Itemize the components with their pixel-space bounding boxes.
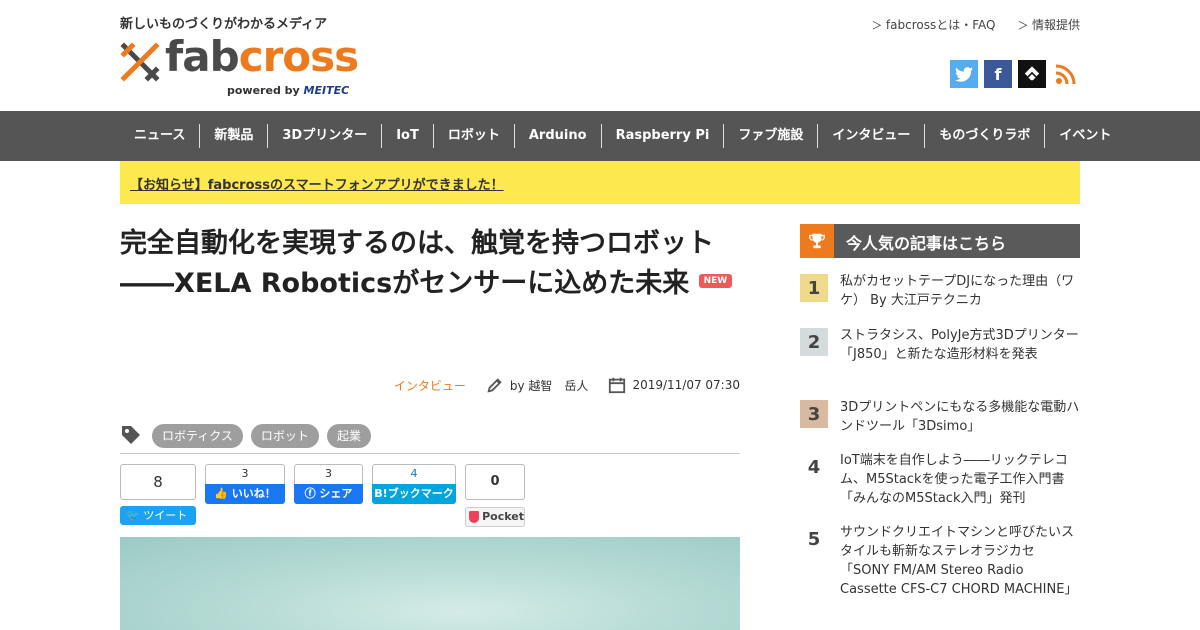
calendar-icon <box>609 377 626 394</box>
rank-title: IoT端末を自作しよう――リックテレコム、M5Stackを使った電子工作入門書「… <box>840 453 1068 506</box>
header-links: fabcrossとは・FAQ 情報提供 <box>871 16 1080 33</box>
site-logo[interactable]: fabcross powered by MEITEC <box>120 32 365 102</box>
feedly-icon[interactable] <box>1018 60 1046 88</box>
facebook-like: 3 👍 いいね！ <box>205 464 285 504</box>
social-links: f <box>950 60 1080 88</box>
about-faq-link[interactable]: fabcrossとは・FAQ <box>871 16 996 33</box>
twitter-icon[interactable] <box>950 60 978 88</box>
pocket-icon <box>469 511 480 523</box>
pocket-button[interactable]: Pocket <box>465 507 525 527</box>
share-buttons: 8 🐦 ツイート 3 👍 いいね！ 3 ⓕ シェア 4 B!ブックマーク 0 P… <box>120 464 525 527</box>
rank-title: 私がカセットテープDJになった理由（ワケ） By 大江戸テクニカ <box>840 274 1075 308</box>
pocket-count: 0 <box>465 464 525 500</box>
ranking-item-2[interactable]: 2 ストラタシス、PolyJe方式3Dプリンター「J850」と新たな造形材料を発… <box>800 326 1080 364</box>
tweet-button[interactable]: 🐦 ツイート <box>120 506 196 525</box>
fb-share-button[interactable]: ⓕ シェア <box>294 484 363 504</box>
article-category[interactable]: インタビュー <box>394 377 466 394</box>
popular-articles-heading: 今人気の記事はこちら <box>800 224 1080 258</box>
author-name: by 越智 岳人 <box>509 378 589 393</box>
pocket-save: 0 Pocket <box>465 464 525 527</box>
nav-item-robot[interactable]: ロボット <box>434 124 515 148</box>
article-title: 完全自動化を実現するのは、触覚を持つロボット――XELA Roboticsがセン… <box>120 224 740 304</box>
logo-powered-by: powered by MEITEC <box>227 84 350 97</box>
rank-number: 2 <box>800 328 828 356</box>
tag-startup[interactable]: 起業 <box>326 424 371 448</box>
article-meta: インタビュー by 越智 岳人 2019/11/07 07:30 <box>120 376 740 394</box>
fb-share-count: 3 <box>294 464 363 484</box>
tag-icon <box>122 426 140 444</box>
rank-number: 3 <box>800 400 828 428</box>
ranking-item-1[interactable]: 1 私がカセットテープDJになった理由（ワケ） By 大江戸テクニカ <box>800 272 1080 310</box>
pencil-icon <box>487 378 502 393</box>
main-nav: ニュース 新製品 3Dプリンター IoT ロボット Arduino Raspbe… <box>0 111 1200 161</box>
rank-number: 1 <box>800 274 828 302</box>
nav-item-raspberry-pi[interactable]: Raspberry Pi <box>602 124 725 148</box>
nav-item-iot[interactable]: IoT <box>382 124 434 148</box>
nav-item-3d-printer[interactable]: 3Dプリンター <box>268 124 383 148</box>
facebook-share: 3 ⓕ シェア <box>294 464 363 504</box>
logo-wordmark: fabcross <box>165 32 359 81</box>
nav-item-news[interactable]: ニュース <box>120 124 201 148</box>
rank-number: 4 <box>800 453 828 481</box>
nav-item-arduino[interactable]: Arduino <box>515 124 602 148</box>
rank-title: ストラタシス、PolyJe方式3Dプリンター「J850」と新たな造形材料を発表 <box>840 328 1079 362</box>
nav-item-event[interactable]: イベント <box>1045 124 1125 148</box>
nav-item-new-products[interactable]: 新製品 <box>200 124 269 148</box>
rss-icon[interactable] <box>1052 60 1080 88</box>
hatena-button[interactable]: B!ブックマーク <box>372 484 456 504</box>
rank-number: 5 <box>800 525 828 553</box>
tweet-share: 8 🐦 ツイート <box>120 464 196 525</box>
facebook-icon[interactable]: f <box>984 60 1012 88</box>
logo-cross-icon <box>120 42 160 82</box>
ranking-item-4[interactable]: 4 IoT端末を自作しよう――リックテレコム、M5Stackを使った電子工作入門… <box>800 451 1080 508</box>
like-button[interactable]: 👍 いいね！ <box>205 484 285 504</box>
article-author: by 越智 岳人 <box>486 376 589 394</box>
nav-item-interview[interactable]: インタビュー <box>818 124 926 148</box>
site-tagline: 新しいものづくりがわかるメディア <box>120 17 328 32</box>
tag-robotics[interactable]: ロボティクス <box>152 424 243 448</box>
info-submit-link[interactable]: 情報提供 <box>1017 16 1080 33</box>
trophy-icon <box>800 224 834 258</box>
tweet-count: 8 <box>120 464 196 500</box>
article-hero-image <box>120 537 740 630</box>
tag-robot[interactable]: ロボット <box>250 424 319 448</box>
notice-link[interactable]: 【お知らせ】fabcrossのスマートフォンアプリができました！ <box>130 174 504 193</box>
notice-banner: 【お知らせ】fabcrossのスマートフォンアプリができました！ <box>120 161 1080 204</box>
new-badge: NEW <box>698 273 733 288</box>
article-tags: ロボティクス ロボット 起業 <box>120 424 740 454</box>
popular-heading-text: 今人気の記事はこちら <box>846 234 1007 253</box>
like-count: 3 <box>205 464 285 484</box>
rank-title: サウンドクリエイトマシンと呼びたいスタイルも斬新なステレオラジカセ「SONY F… <box>840 525 1078 597</box>
hatena-count: 4 <box>372 464 456 484</box>
rank-title: 3Dプリントペンにもなる多機能な電動ハンドツール「3Dsimo」 <box>840 400 1080 434</box>
nav-item-fab-facility[interactable]: ファブ施設 <box>724 124 819 148</box>
hatena-bookmark: 4 B!ブックマーク <box>372 464 456 504</box>
nav-item-monozukuri-lab[interactable]: ものづくりラボ <box>925 124 1046 148</box>
ranking-item-5[interactable]: 5 サウンドクリエイトマシンと呼びたいスタイルも斬新なステレオラジカセ「SONY… <box>800 523 1080 599</box>
date-text: 2019/11/07 07:30 <box>632 378 740 392</box>
article-date: 2019/11/07 07:30 <box>608 376 740 394</box>
ranking-item-3[interactable]: 3 3Dプリントペンにもなる多機能な電動ハンドツール「3Dsimo」 <box>800 398 1080 436</box>
site-header: 新しいものづくりがわかるメディア fabcross powered by MEI… <box>0 0 1200 110</box>
